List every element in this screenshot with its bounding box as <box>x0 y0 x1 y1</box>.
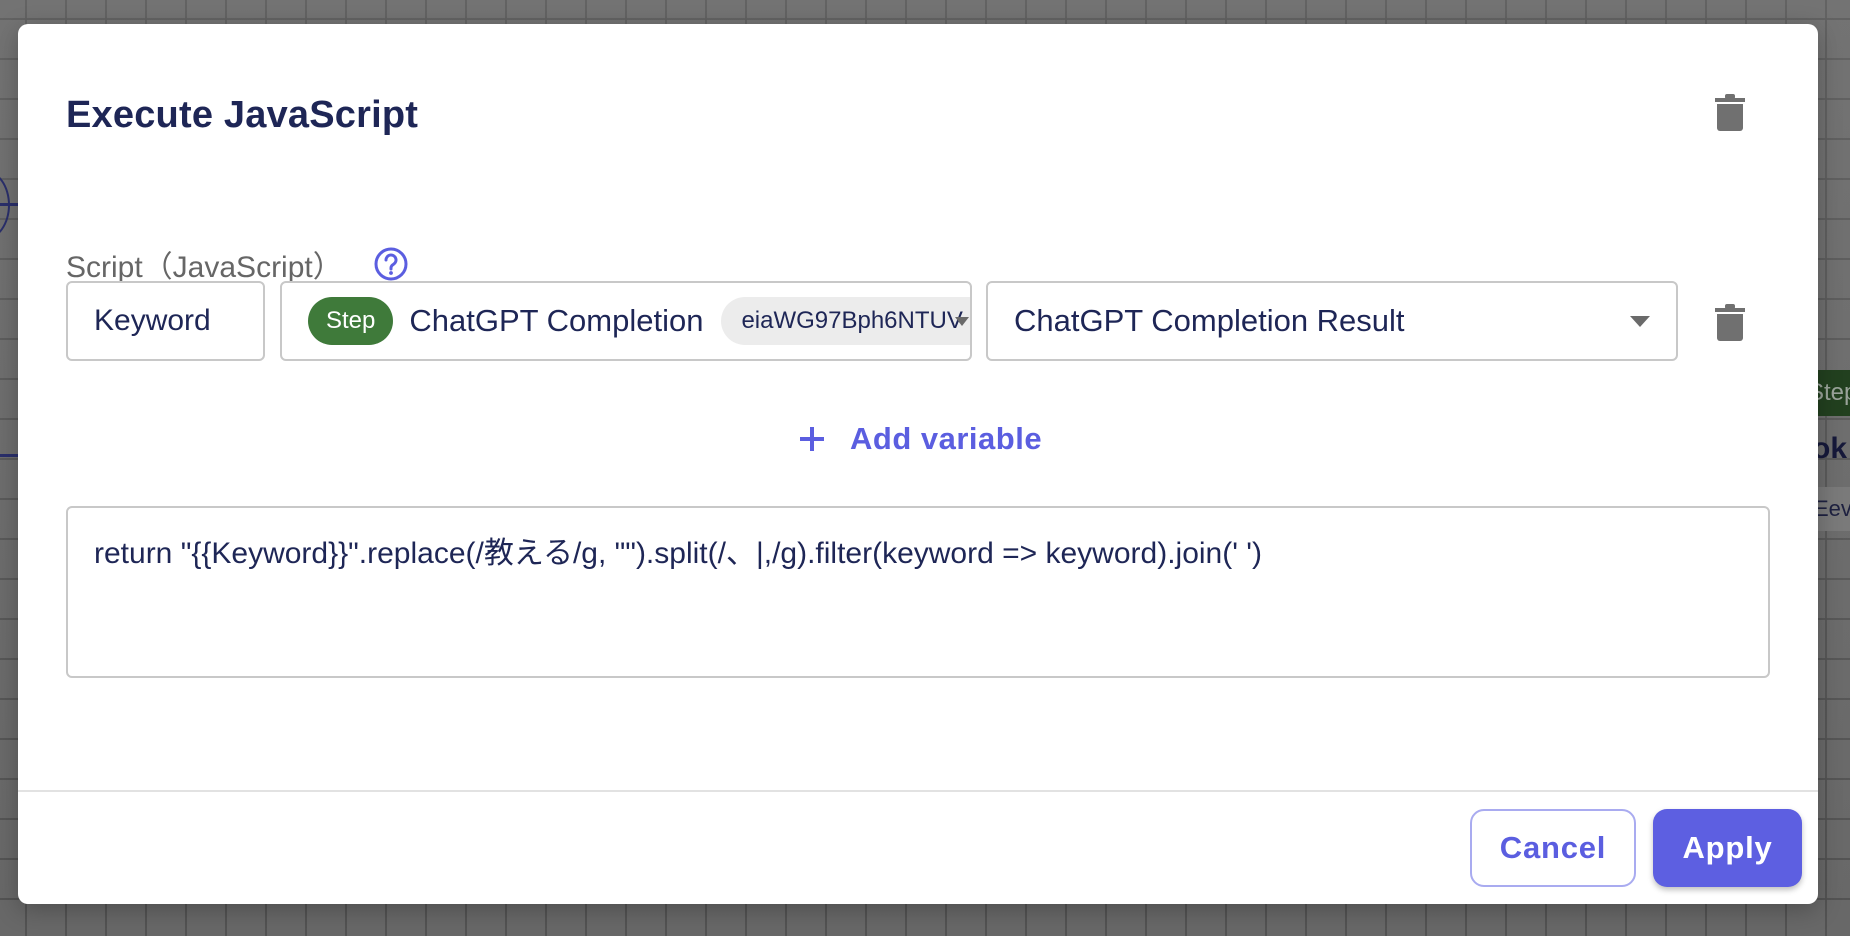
variable-name-input[interactable]: Keyword <box>66 281 265 361</box>
dialog-title: Execute JavaScript <box>66 94 419 136</box>
trash-icon <box>1715 94 1745 131</box>
source-step-id: eiaWG97Bph6NTUV <box>741 307 963 334</box>
cancel-button[interactable]: Cancel <box>1470 809 1636 887</box>
background-edge <box>0 454 18 457</box>
delete-variable-button[interactable] <box>1708 301 1752 345</box>
selected-output: ChatGPT Completion Result <box>1014 303 1405 338</box>
script-label: Script（JavaScript） <box>66 242 409 286</box>
background-edge <box>0 203 18 206</box>
variable-source-step-select[interactable]: Step ChatGPT Completion eiaWG97Bph6NTUV <box>280 281 972 361</box>
question-circle-icon <box>374 247 408 281</box>
plus-icon <box>800 427 824 451</box>
execute-javascript-dialog: Execute JavaScript Script（JavaScript） Ke… <box>18 24 1818 904</box>
footer-divider <box>18 790 1818 792</box>
add-variable-button[interactable]: Add variable <box>798 414 1042 464</box>
step-badge: Step <box>308 297 394 345</box>
script-editor[interactable]: return "{{Keyword}}".replace(/教える/g, "")… <box>66 506 1770 678</box>
caret-down-icon <box>954 317 969 326</box>
variable-output-select[interactable]: ChatGPT Completion Result <box>986 281 1678 361</box>
caret-down-icon <box>1630 316 1650 327</box>
source-step-name: ChatGPT Completion <box>409 303 704 338</box>
script-label-text: Script（JavaScript） <box>66 251 343 284</box>
add-variable-label: Add variable <box>850 421 1043 456</box>
trash-icon <box>1715 304 1745 341</box>
delete-step-button[interactable] <box>1708 91 1752 135</box>
help-button[interactable] <box>373 246 409 282</box>
apply-button[interactable]: Apply <box>1653 809 1802 887</box>
source-step-id-chip: eiaWG97Bph6NTUV <box>721 297 970 345</box>
